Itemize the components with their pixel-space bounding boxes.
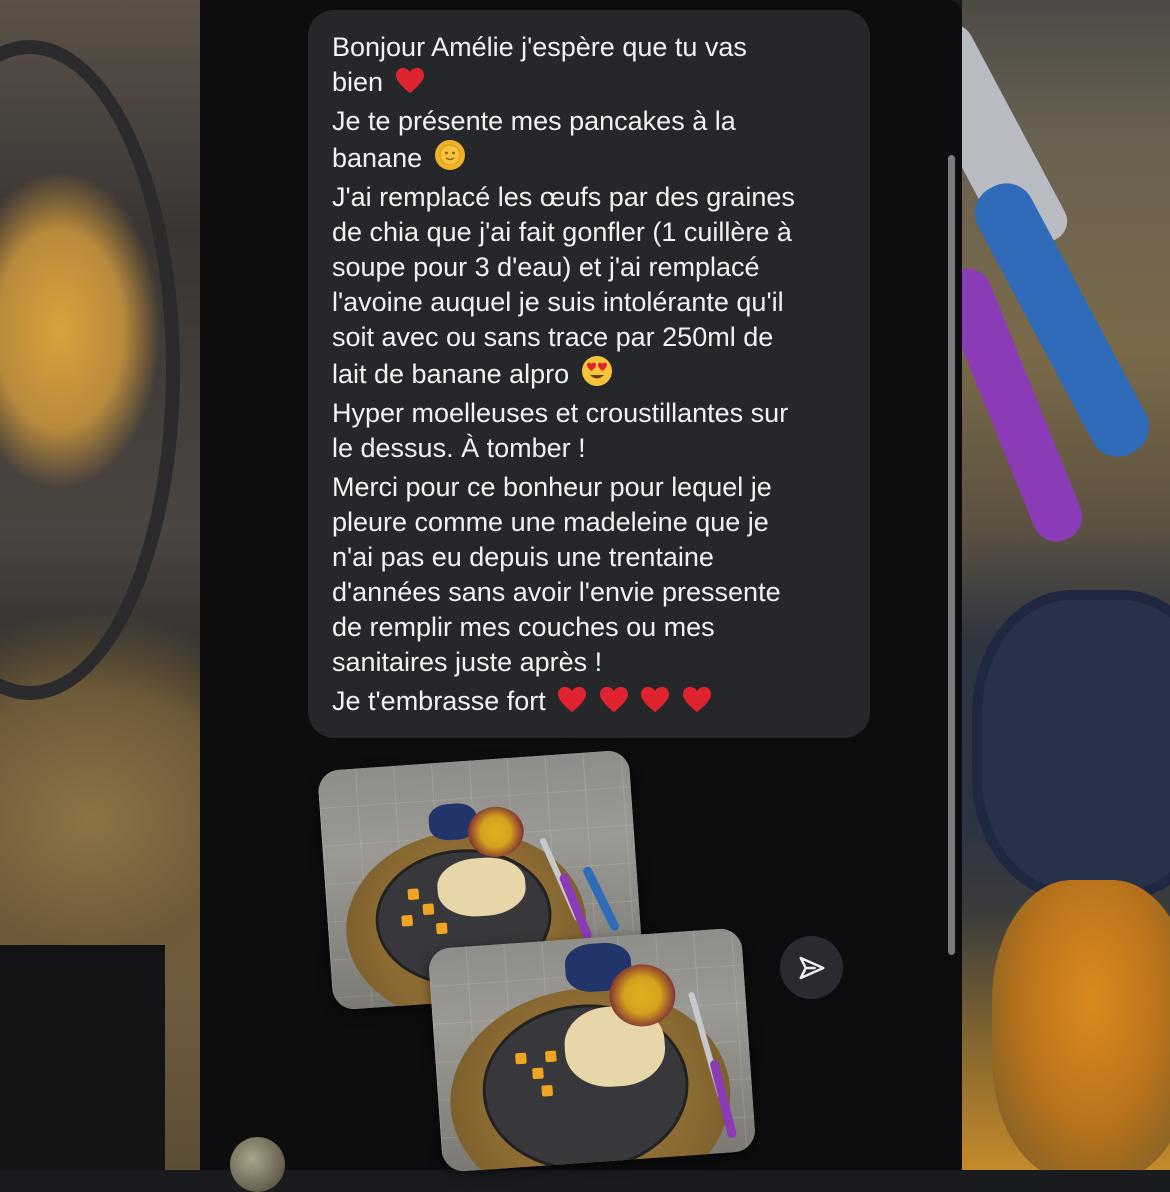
hearts-row <box>553 686 712 716</box>
message-line: l'avoine auquel je suis intolérante qu'i… <box>332 287 784 317</box>
red-heart-icon <box>682 686 711 713</box>
message-line: de chia que j'ai fait gonfler (1 cuillèr… <box>332 217 792 247</box>
photo-attachment[interactable] <box>427 927 757 1173</box>
message-bubble[interactable]: Bonjour Amélie j'espère que tu vas bien … <box>308 10 870 738</box>
message-line: soit avec ou sans trace par 250ml de <box>332 322 774 352</box>
message-line: n'ai pas eu depuis une trentaine <box>332 542 714 572</box>
message-line: Hyper moelleuses et croustillantes sur <box>332 398 789 428</box>
heart-eyes-emoji-icon <box>581 356 612 386</box>
message-paragraph: J'ai remplacé les œufs par des graines d… <box>332 180 846 392</box>
photo-mango <box>401 914 414 927</box>
sun-with-face-icon <box>434 140 465 170</box>
message-line: le dessus. À tomber ! <box>332 433 586 463</box>
background-pancake-crust <box>992 880 1170 1170</box>
message-line: Bonjour Amélie j'espère que tu vas <box>332 32 747 62</box>
message-line: d'années sans avoir l'envie pressente <box>332 577 781 607</box>
photo-mango <box>422 903 435 916</box>
message-line: J'ai remplacé les œufs par des graines <box>332 182 795 212</box>
message-paragraph: Hyper moelleuses et croustillantes sur l… <box>332 396 846 466</box>
message-line: banane <box>332 143 423 173</box>
photo-mango <box>544 1050 557 1063</box>
message-line: soupe pour 3 d'eau) et j'ai remplacé <box>332 252 760 282</box>
red-heart-icon <box>599 686 628 713</box>
background-plate <box>0 40 180 700</box>
message-paragraph: Je t'embrasse fort <box>332 684 846 719</box>
background-shadow <box>0 945 165 1170</box>
photo-mango <box>515 1052 527 1065</box>
message-paragraph: Bonjour Amélie j'espère que tu vas bien <box>332 30 846 100</box>
background-photo-right <box>962 0 1170 1170</box>
photo-mango <box>407 888 420 901</box>
photo-mango <box>435 922 448 935</box>
red-heart-icon <box>641 686 670 713</box>
photo-mango <box>541 1084 554 1097</box>
message-line: sanitaires juste après ! <box>332 647 603 677</box>
message-line: pleure comme une madeleine que je <box>332 507 769 537</box>
red-heart-icon <box>558 686 587 713</box>
photo-mango <box>532 1067 544 1080</box>
background-cup <box>972 590 1170 900</box>
paper-plane-icon <box>799 956 824 979</box>
send-button[interactable] <box>780 936 843 999</box>
message-line: Je t'embrasse fort <box>332 686 546 716</box>
message-line: bien <box>332 67 384 97</box>
message-line: Merci pour ce bonheur pour lequel je <box>332 472 772 502</box>
sender-avatar[interactable] <box>230 1137 285 1192</box>
message-paragraph: Merci pour ce bonheur pour lequel je ple… <box>332 470 846 680</box>
red-heart-icon <box>395 67 424 94</box>
message-line: lait de banane alpro <box>332 359 570 389</box>
background-photo-left <box>0 0 200 1170</box>
scrollbar[interactable] <box>948 155 955 955</box>
message-line: Je te présente mes pancakes à la <box>332 106 736 136</box>
message-line: de remplir mes couches ou mes <box>332 612 715 642</box>
message-paragraph: Je te présente mes pancakes à la banane <box>332 104 846 176</box>
